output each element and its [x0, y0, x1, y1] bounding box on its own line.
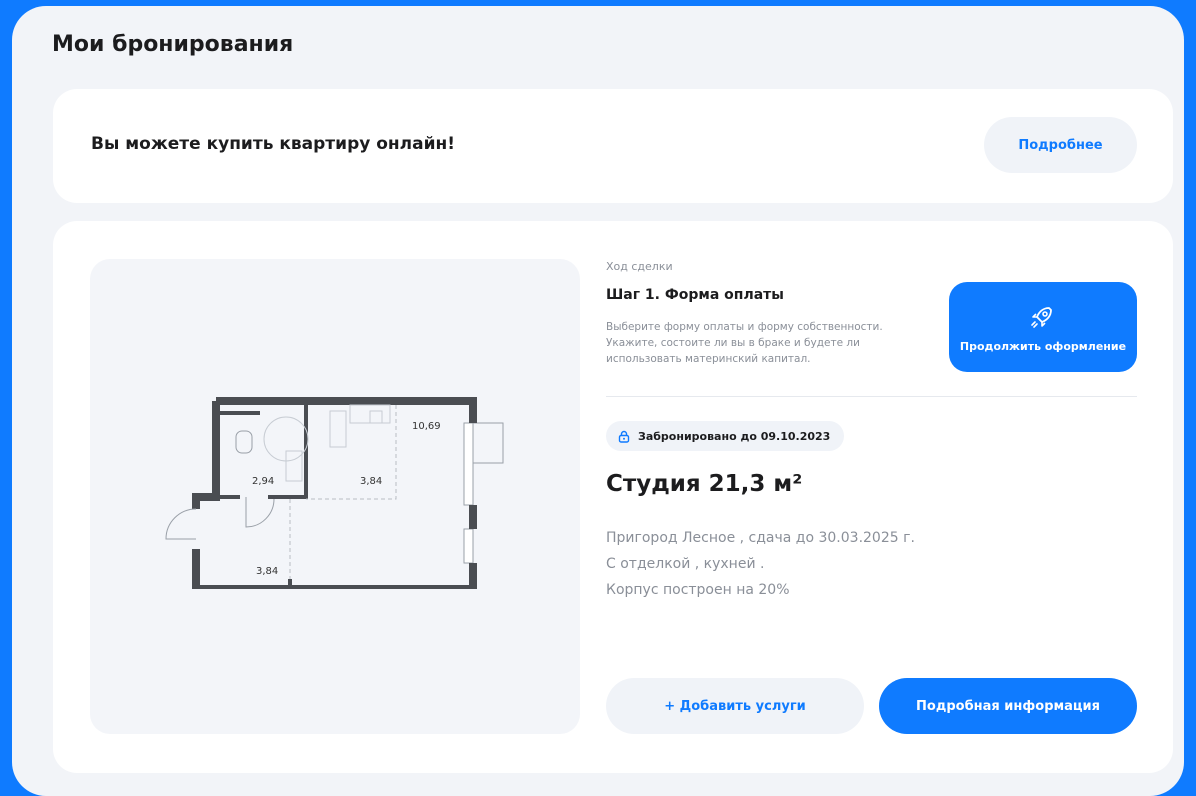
online-purchase-banner: Вы можете купить квартиру онлайн! Подроб… — [53, 89, 1173, 203]
room-area-label: 10,69 — [412, 421, 441, 432]
floor-plan-image: 10,69 2,94 3,84 3,84 — [165, 397, 504, 589]
banner-text: Вы можете купить квартиру онлайн! — [91, 134, 455, 154]
app-frame: Мои бронирования Вы можете купить кварти… — [12, 6, 1184, 796]
floor-plan-panel: 10,69 2,94 3,84 3,84 — [90, 259, 580, 734]
apartment-info: Пригород Лесное , сдача до 30.03.2025 г.… — [606, 525, 915, 603]
room-area-label: 3,84 — [256, 566, 278, 577]
step-description: Выберите форму оплаты и форму собственно… — [606, 321, 883, 365]
lock-icon — [618, 430, 630, 443]
booking-status-text: Забронировано до 09.10.2023 — [638, 429, 831, 443]
rocket-icon — [1031, 307, 1052, 328]
details-button[interactable]: Подробная информация — [879, 678, 1137, 734]
divider — [606, 396, 1137, 397]
apartment-title: Студия 21,3 м² — [606, 471, 803, 497]
room-area-label: 3,84 — [360, 476, 382, 487]
more-info-button[interactable]: Подробнее — [984, 117, 1137, 173]
apartment-info-line: С отделкой , кухней . — [606, 556, 765, 572]
continue-checkout-button[interactable]: Продолжить оформление — [949, 282, 1137, 372]
deal-progress-caption: Ход сделки — [606, 260, 673, 273]
apartment-info-line: Корпус построен на 20% — [606, 582, 790, 598]
booking-card: 10,69 2,94 3,84 3,84 Ход сделки Шаг 1. Ф… — [53, 221, 1173, 773]
step-title: Шаг 1. Форма оплаты — [606, 287, 784, 303]
apartment-info-line: Пригород Лесное , сдача до 30.03.2025 г. — [606, 530, 915, 546]
page-title: Мои бронирования — [52, 32, 294, 57]
room-area-label: 2,94 — [252, 476, 274, 487]
continue-checkout-label: Продолжить оформление — [959, 340, 1127, 353]
booking-status-badge: Забронировано до 09.10.2023 — [606, 421, 845, 451]
add-services-button[interactable]: + Добавить услуги — [606, 678, 864, 734]
